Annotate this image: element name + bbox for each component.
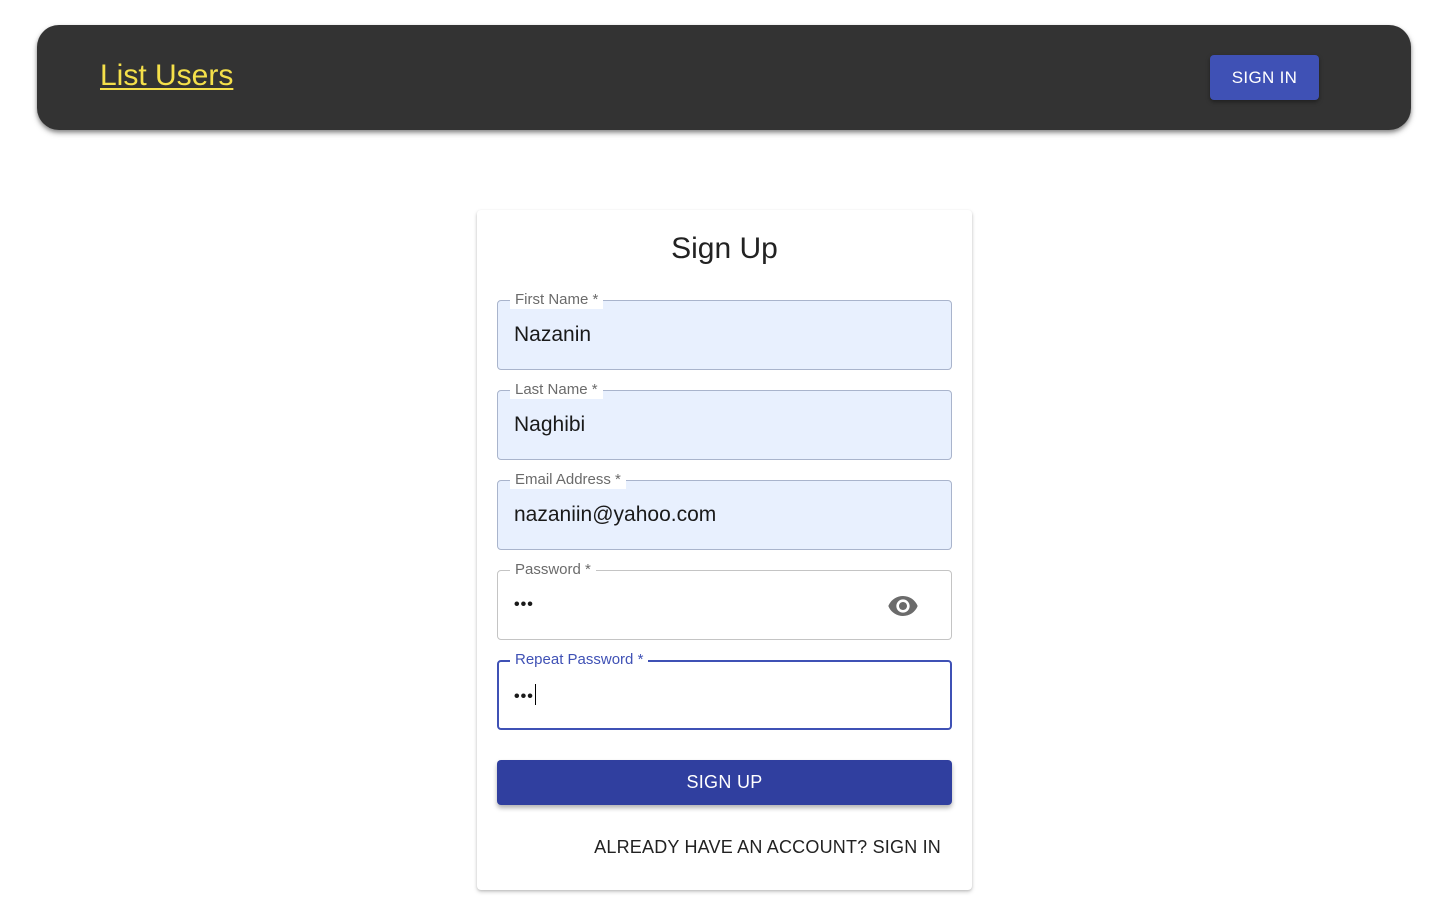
- eye-icon[interactable]: [887, 590, 919, 622]
- repeat-password-label: Repeat Password *: [510, 651, 649, 669]
- password-label: Password *: [510, 561, 596, 579]
- password-field[interactable]: Password * •••: [497, 561, 952, 640]
- first-name-field[interactable]: First Name * Nazanin: [497, 291, 952, 370]
- list-users-link[interactable]: List Users: [100, 58, 233, 94]
- sign-up-card: Sign Up First Name * Nazanin Last Name *…: [477, 210, 972, 890]
- repeat-password-input[interactable]: •••: [514, 682, 874, 708]
- repeat-password-value: •••: [514, 688, 534, 705]
- header-sign-in-button[interactable]: SIGN IN: [1210, 55, 1319, 100]
- app-bar: List Users SIGN IN: [37, 25, 1411, 130]
- last-name-label: Last Name *: [510, 381, 603, 399]
- already-have-account-link[interactable]: ALREADY HAVE AN ACCOUNT? SIGN IN: [594, 835, 941, 859]
- text-caret: [534, 683, 536, 705]
- repeat-password-field[interactable]: Repeat Password * •••: [497, 651, 952, 730]
- last-name-input[interactable]: Naghibi: [514, 412, 874, 438]
- password-input[interactable]: •••: [514, 592, 874, 618]
- first-name-input[interactable]: Nazanin: [514, 322, 874, 348]
- first-name-label: First Name *: [510, 291, 604, 309]
- email-field[interactable]: Email Address * nazaniin@yahoo.com: [497, 471, 952, 550]
- email-label: Email Address *: [510, 471, 626, 489]
- page-title: Sign Up: [671, 232, 778, 265]
- sign-up-button[interactable]: SIGN UP: [497, 760, 952, 805]
- email-input[interactable]: nazaniin@yahoo.com: [514, 502, 874, 528]
- last-name-field[interactable]: Last Name * Naghibi: [497, 381, 952, 460]
